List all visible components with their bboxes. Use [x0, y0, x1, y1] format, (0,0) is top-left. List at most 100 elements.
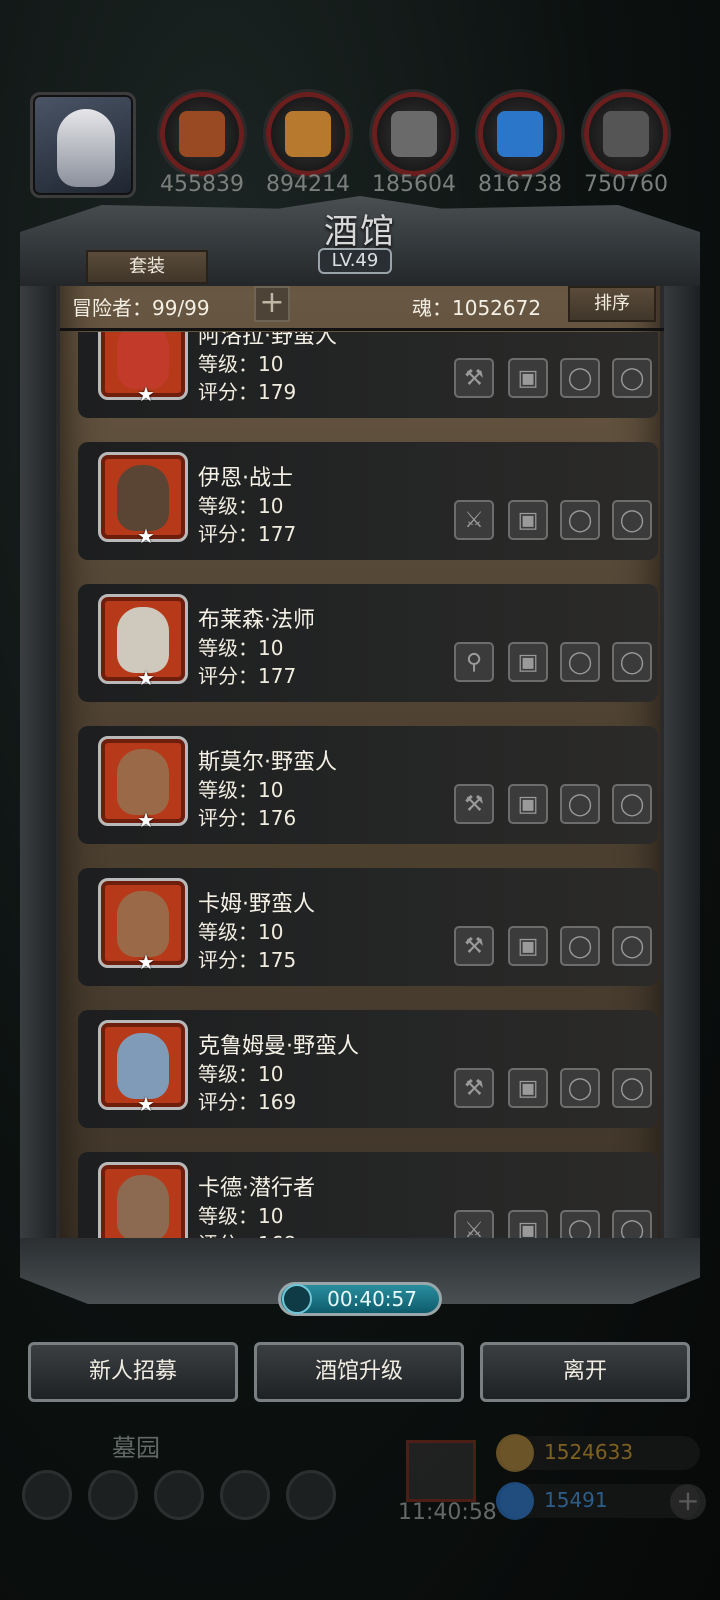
ring-slot-icon[interactable]: ◯ [560, 926, 600, 966]
shield-icon[interactable] [88, 1470, 138, 1520]
hero-portrait[interactable]: ★ [98, 452, 188, 547]
ring-slot-icon[interactable]: ◯ [612, 642, 652, 682]
graveyard-label: 墓园 [112, 1434, 160, 1462]
resource-stone-count: 750760 [584, 172, 668, 197]
weapon-slot-icon[interactable]: ⚒ [454, 1068, 494, 1108]
adventurer-count: 冒险者：99/99 [72, 296, 210, 320]
player-avatar[interactable] [30, 92, 136, 198]
hero-name: 克鲁姆曼·野蛮人 [198, 1034, 359, 1059]
hero-level: 等级：10 [198, 494, 284, 518]
hero-portrait[interactable]: ★ [98, 878, 188, 973]
list-item[interactable]: ★ 伊恩·战士 等级：10 评分：177 ⚔ ▣ ◯ ◯ [78, 442, 658, 560]
list-item[interactable]: ★ 卡姆·野蛮人 等级：10 评分：175 ⚒ ▣ ◯ ◯ [78, 868, 658, 986]
hero-portrait[interactable]: ★ [98, 332, 188, 405]
hero-list[interactable]: ★ 阿洛拉·野蛮人 等级：10 评分：179 ⚒ ▣ ◯ ◯ ★ 伊恩·战士 等… [60, 332, 660, 1262]
resource-crystal-count: 816738 [478, 172, 562, 197]
hero-level: 等级：10 [198, 352, 284, 376]
star-icon: ★ [137, 1092, 155, 1116]
weapon-slot-icon[interactable]: ⚔ [454, 500, 494, 540]
ring-slot-icon[interactable]: ◯ [612, 926, 652, 966]
list-item[interactable]: ★ 克鲁姆曼·野蛮人 等级：10 评分：169 ⚒ ▣ ◯ ◯ [78, 1010, 658, 1128]
resource-iron-count: 185604 [372, 172, 456, 197]
gem-count: 15491 [544, 1488, 608, 1512]
hero-level: 等级：10 [198, 636, 284, 660]
hero-portrait[interactable]: ★ [98, 594, 188, 689]
soul-count: 魂：1052672 [412, 296, 542, 320]
weapon-slot-icon[interactable]: ⚒ [454, 358, 494, 398]
resource-crystal-icon[interactable] [478, 92, 562, 176]
list-item[interactable]: ★ 布莱森·法师 等级：10 评分：177 ⚲ ▣ ◯ ◯ [78, 584, 658, 702]
armor-slot-icon[interactable]: ▣ [508, 642, 548, 682]
resource-meat-count: 455839 [160, 172, 244, 197]
ring-slot-icon[interactable]: ◯ [612, 358, 652, 398]
hero-name: 斯莫尔·野蛮人 [198, 750, 337, 775]
gold-icon [496, 1434, 534, 1472]
list-item[interactable]: ★ 阿洛拉·野蛮人 等级：10 评分：179 ⚒ ▣ ◯ ◯ [78, 332, 658, 418]
mail-icon[interactable] [220, 1470, 270, 1520]
hero-score: 评分：177 [198, 522, 297, 546]
sort-button[interactable]: 排序 [568, 286, 656, 322]
chat-icon[interactable] [286, 1470, 336, 1520]
ring-slot-icon[interactable]: ◯ [560, 642, 600, 682]
gift-timer: 11:40:58 [398, 1500, 497, 1525]
tavern-panel: 酒馆 LV.49 套装 冒险者：99/99 + 魂：1052672 排序 ★ 阿… [20, 196, 700, 1304]
ring-slot-icon[interactable]: ◯ [612, 784, 652, 824]
hero-name: 卡德·潜行者 [198, 1176, 315, 1201]
clock-icon [282, 1284, 312, 1314]
leave-button[interactable]: 离开 [480, 1342, 690, 1402]
weapon-slot-icon[interactable]: ⚒ [454, 926, 494, 966]
hero-name: 伊恩·战士 [198, 466, 293, 491]
resource-meat-icon[interactable] [160, 92, 244, 176]
resource-bar: 455839 894214 185604 816738 750760 [0, 88, 720, 198]
hero-name: 布莱森·法师 [198, 608, 315, 633]
add-gems-icon[interactable]: + [670, 1484, 706, 1520]
staff-slot-icon[interactable]: ⚲ [454, 642, 494, 682]
book-icon[interactable] [154, 1470, 204, 1520]
upgrade-tavern-button[interactable]: 酒馆升级 [254, 1342, 464, 1402]
hero-portrait[interactable]: ★ [98, 736, 188, 831]
ring-slot-icon[interactable]: ◯ [560, 1068, 600, 1108]
armor-slot-icon[interactable]: ▣ [508, 500, 548, 540]
hero-level: 等级：10 [198, 920, 284, 944]
ring-slot-icon[interactable]: ◯ [612, 500, 652, 540]
settings-icon[interactable] [22, 1470, 72, 1520]
star-icon: ★ [137, 808, 155, 832]
resource-wood-count: 894214 [266, 172, 350, 197]
armor-slot-icon[interactable]: ▣ [508, 358, 548, 398]
ring-slot-icon[interactable]: ◯ [560, 358, 600, 398]
frame-right [660, 256, 700, 1256]
gem-icon [496, 1482, 534, 1520]
hero-level: 等级：10 [198, 778, 284, 802]
resource-iron-icon[interactable] [372, 92, 456, 176]
resource-stone-icon[interactable] [584, 92, 668, 176]
hero-score: 评分：179 [198, 380, 297, 404]
hero-portrait[interactable]: ★ [98, 1020, 188, 1115]
hero-level: 等级：10 [198, 1062, 284, 1086]
add-adventurer-button[interactable]: + [254, 286, 290, 322]
armor-slot-icon[interactable]: ▣ [508, 926, 548, 966]
divider [60, 328, 664, 331]
hero-score: 评分：175 [198, 948, 297, 972]
ring-slot-icon[interactable]: ◯ [560, 784, 600, 824]
weapon-slot-icon[interactable]: ⚒ [454, 784, 494, 824]
hero-score: 评分：169 [198, 1090, 297, 1114]
set-button[interactable]: 套装 [86, 250, 208, 284]
panel-title: 酒馆 [324, 212, 396, 252]
list-item[interactable]: ★ 斯莫尔·野蛮人 等级：10 评分：176 ⚒ ▣ ◯ ◯ [78, 726, 658, 844]
recruit-button[interactable]: 新人招募 [28, 1342, 238, 1402]
ring-slot-icon[interactable]: ◯ [560, 500, 600, 540]
gold-count: 1524633 [544, 1440, 634, 1464]
gift-icon[interactable] [406, 1440, 476, 1502]
hero-name: 卡姆·野蛮人 [198, 892, 315, 917]
resource-wood-icon[interactable] [266, 92, 350, 176]
ring-slot-icon[interactable]: ◯ [612, 1068, 652, 1108]
frame-left [20, 256, 60, 1256]
star-icon: ★ [137, 666, 155, 690]
hero-level: 等级：10 [198, 1204, 284, 1228]
armor-slot-icon[interactable]: ▣ [508, 784, 548, 824]
star-icon: ★ [137, 382, 155, 406]
tavern-level-badge: LV.49 [318, 248, 392, 274]
armor-slot-icon[interactable]: ▣ [508, 1068, 548, 1108]
star-icon: ★ [137, 524, 155, 548]
star-icon: ★ [137, 950, 155, 974]
